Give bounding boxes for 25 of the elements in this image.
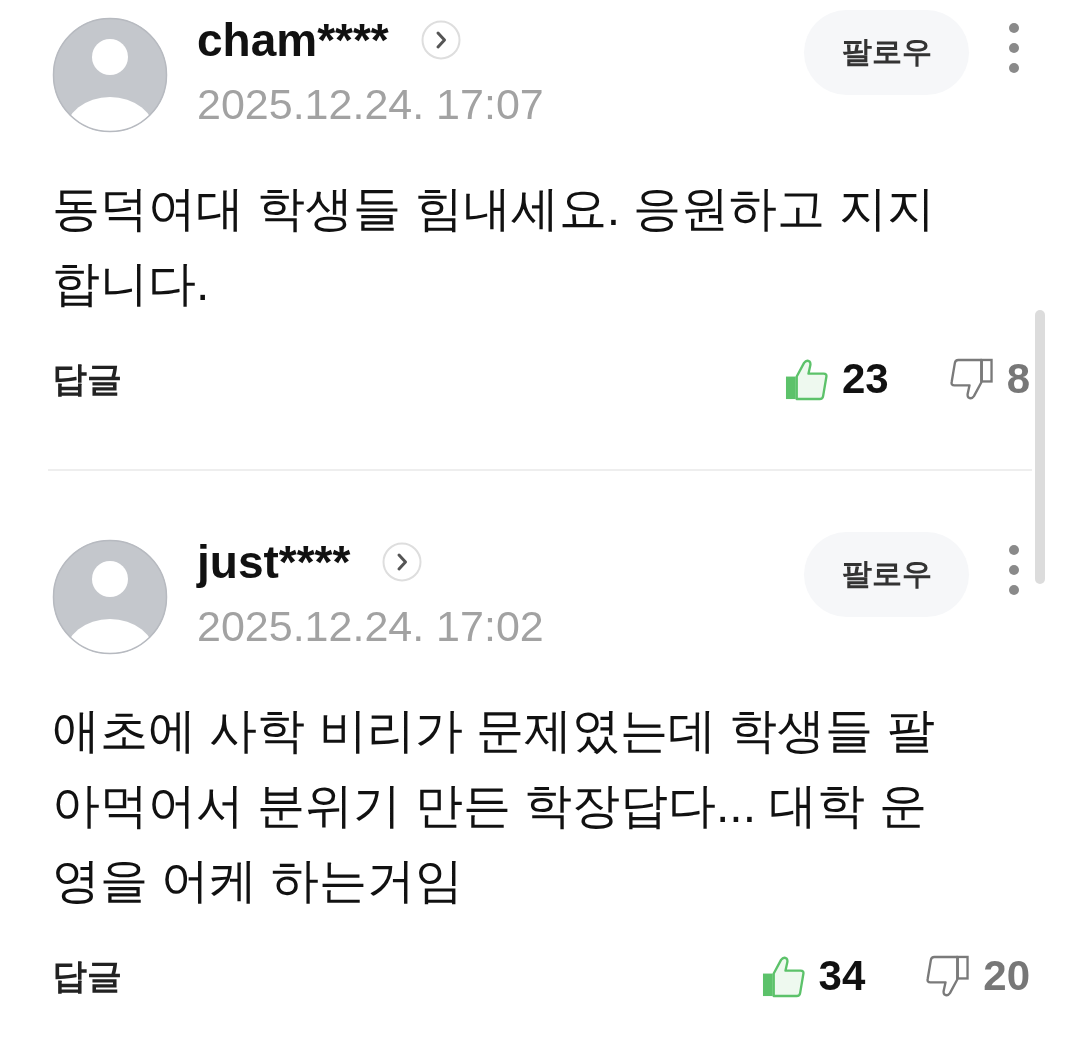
thumbs-down-icon[interactable] (926, 954, 970, 998)
like-count: 23 (841, 354, 889, 404)
comment-text: 애초에 사학 비리가 문제였는데 학생들 팔아먹어서 분위기 만든 학장답다... 대학 운영을 어케 하는거임 (52, 703, 936, 909)
avatar-icon (52, 17, 168, 133)
dislike-count: 8 (1006, 354, 1030, 404)
follow-button[interactable]: 팔로우 (804, 10, 969, 95)
avatar-icon (52, 539, 168, 655)
chevron-right-icon[interactable] (382, 542, 423, 582)
thumbs-up-icon[interactable] (784, 357, 828, 401)
more-icon[interactable] (1009, 23, 1019, 73)
follow-button[interactable]: 팔로우 (804, 532, 969, 617)
chevron-right-icon[interactable] (420, 20, 461, 60)
thumbs-down-icon[interactable] (949, 357, 993, 401)
thumbs-up-icon[interactable] (761, 954, 805, 998)
like-count: 34 (818, 951, 866, 1001)
comment-text: 동덕여대 학생들 힘내세요. 응원하고 지지합니다. (52, 181, 936, 312)
reply-button[interactable]: 답글 (52, 952, 122, 1000)
scrollbar[interactable] (1035, 310, 1045, 584)
username: just**** (197, 535, 351, 590)
comment-date: 2025.12.24. 17:02 (197, 601, 544, 652)
comment-date: 2025.12.24. 17:07 (197, 79, 544, 130)
more-icon[interactable] (1009, 545, 1019, 595)
reply-button[interactable]: 답글 (52, 355, 122, 403)
username: cham**** (197, 13, 389, 68)
dislike-count: 20 (983, 951, 1030, 1001)
